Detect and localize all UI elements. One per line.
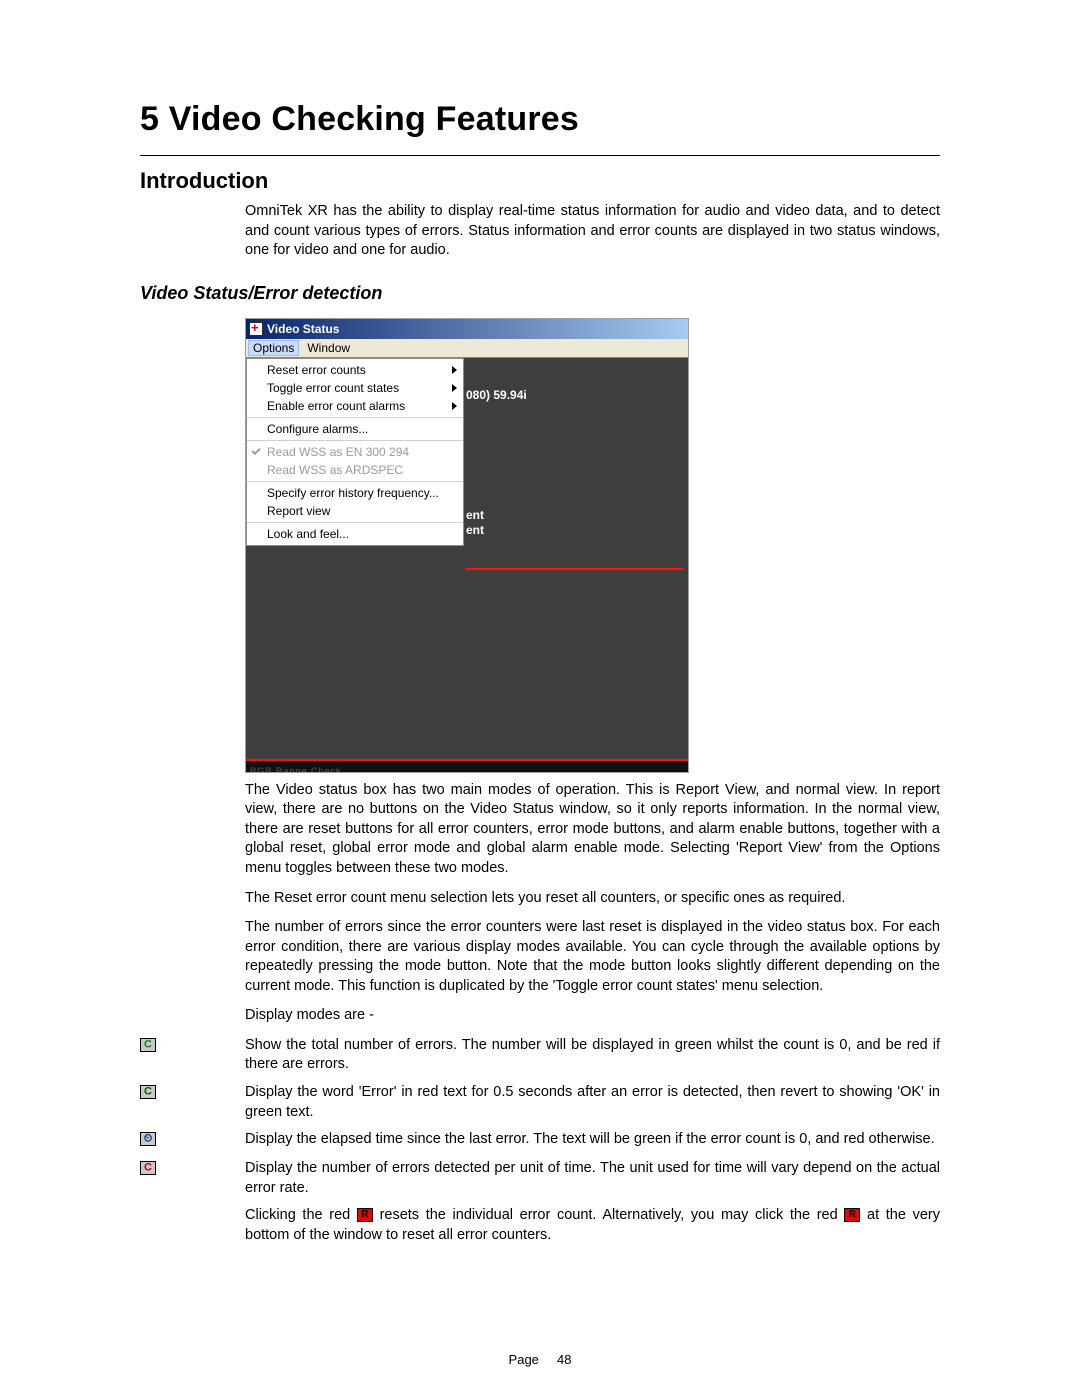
page-footer: Page 48 (0, 1352, 1080, 1367)
reset-all-icon[interactable]: R (844, 1208, 860, 1222)
menu-configure-alarms[interactable]: Configure alarms... (247, 420, 463, 438)
mode-ok-desc: Display the word 'Error' in red text for… (245, 1083, 940, 1122)
menu-reset-error-counts[interactable]: Reset error counts (247, 361, 463, 379)
reset-paragraph: Clicking the red R resets the individual… (245, 1206, 940, 1245)
overlay-ent-2: ent (466, 523, 484, 537)
mode-count-row: C Show the total number of errors. The n… (140, 1036, 940, 1075)
rate-icon: C (140, 1161, 156, 1175)
menu-options[interactable]: Options (248, 340, 299, 356)
intro-paragraph: OmniTek XR has the ability to display re… (245, 202, 940, 261)
title-rule (140, 155, 940, 156)
intro-block: OmniTek XR has the ability to display re… (245, 202, 940, 261)
page: 5 Video Checking Features Introduction O… (0, 0, 1080, 1397)
reset-single-icon[interactable]: R (357, 1208, 373, 1222)
video-status-screenshot: Video Status Options Window Reset error … (245, 318, 689, 773)
menu-toggle-error-states[interactable]: Toggle error count states (247, 379, 463, 397)
reset-paragraph-block: Clicking the red R resets the individual… (245, 1206, 940, 1245)
mode-time-desc: Display the elapsed time since the last … (245, 1130, 940, 1150)
window-icon (249, 322, 263, 336)
window-title: Video Status (267, 322, 339, 336)
count-icon: C (140, 1038, 156, 1052)
mode-ok-row: C Display the word 'Error' in red text f… (140, 1083, 940, 1122)
menu-look-and-feel[interactable]: Look and feel... (247, 525, 463, 543)
menu-wss-ardspec: Read WSS as ARDSPEC (247, 461, 463, 479)
bottom-strip-label: RGB Range Check (246, 766, 342, 772)
paragraph-display-intro: Display modes are - (245, 1006, 940, 1026)
page-number: 48 (557, 1352, 571, 1367)
window-titlebar[interactable]: Video Status (246, 319, 688, 339)
ok-icon: C (140, 1085, 156, 1099)
menu-report-view[interactable]: Report view (247, 502, 463, 520)
section-heading: Introduction (140, 168, 940, 194)
paragraph-counter: The number of errors since the error cou… (245, 918, 940, 996)
reset-text-a: Clicking the red (245, 1207, 357, 1223)
overlay-redline (466, 568, 684, 570)
paragraph-reset: The Reset error count menu selection let… (245, 889, 940, 909)
page-label: Page (509, 1352, 539, 1367)
mode-time-row: ⏲ Display the elapsed time since the las… (140, 1130, 940, 1151)
options-dropdown: Reset error counts Toggle error count st… (246, 358, 464, 546)
menu-enable-alarms[interactable]: Enable error count alarms (247, 397, 463, 415)
chapter-title: 5 Video Checking Features (140, 100, 940, 139)
mode-rate-row: C Display the number of errors detected … (140, 1159, 940, 1198)
main-column: Video Status Options Window Reset error … (245, 318, 940, 1026)
reset-text-b: resets the individual error count. Alter… (380, 1207, 845, 1223)
overlay-rate: 080) 59.94i (466, 388, 527, 402)
menu-specify-history-freq[interactable]: Specify error history frequency... (247, 484, 463, 502)
mode-count-desc: Show the total number of errors. The num… (245, 1036, 940, 1075)
window-body: Reset error counts Toggle error count st… (246, 358, 688, 772)
bottom-strip: RGB Range Check (246, 759, 688, 772)
mode-rate-desc: Display the number of errors detected pe… (245, 1159, 940, 1198)
menu-window[interactable]: Window (307, 341, 350, 355)
clock-icon: ⏲ (140, 1132, 156, 1146)
menu-bar[interactable]: Options Window (246, 339, 688, 358)
paragraph-modes: The Video status box has two main modes … (245, 781, 940, 879)
menu-wss-en300294: Read WSS as EN 300 294 (247, 443, 463, 461)
subsection-heading: Video Status/Error detection (140, 283, 940, 304)
overlay-ent-1: ent (466, 508, 484, 522)
